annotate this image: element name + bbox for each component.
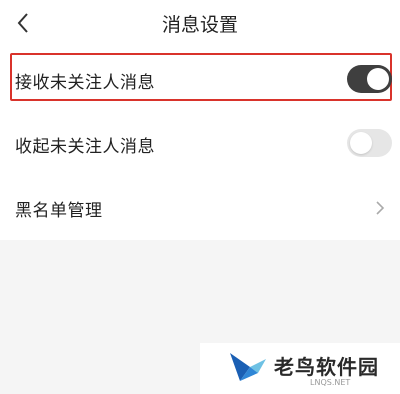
watermark-brand: 老鸟软件园 [274,355,379,379]
setting-collapse-unfollowed: 收起未关注人消息 [0,112,400,176]
toggle-knob [350,132,372,154]
highlight-box [10,53,392,101]
settings-list: 接收未关注人消息 收起未关注人消息 黑名单管理 [0,48,400,240]
watermark-domain: LNQS.NET [310,378,351,387]
chevron-right-icon [376,201,385,215]
setting-receive-unfollowed: 接收未关注人消息 [0,48,400,112]
collapse-unfollowed-toggle[interactable] [347,129,392,157]
receive-unfollowed-toggle[interactable] [347,65,392,93]
top-bar: 消息设置 [0,0,400,48]
watermark: 老鸟软件园 LNQS.NET [200,343,400,394]
page-title: 消息设置 [161,14,238,36]
setting-blacklist[interactable]: 黑名单管理 [0,176,400,240]
bird-logo-icon [230,353,266,381]
toggle-knob [367,68,389,90]
setting-label: 黑名单管理 [15,200,103,221]
setting-label: 收起未关注人消息 [15,136,155,157]
